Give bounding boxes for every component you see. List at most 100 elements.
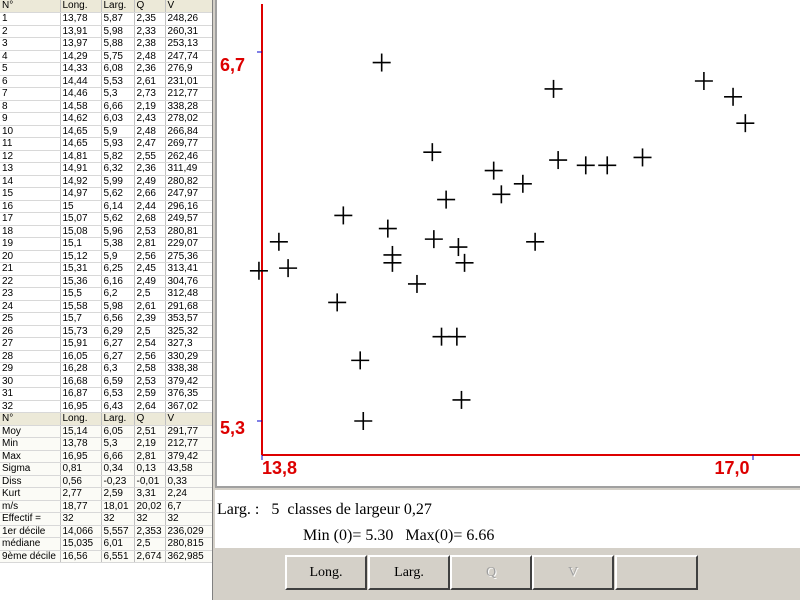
grid-cell[interactable]: 14,44 xyxy=(60,75,102,88)
grid-cell[interactable]: 16,68 xyxy=(60,375,102,388)
grid-cell[interactable]: 248,26 xyxy=(165,12,212,26)
grid-cell[interactable]: 22 xyxy=(0,275,61,288)
grid-cell[interactable]: 6,66 xyxy=(101,100,135,113)
grid-cell[interactable]: 291,77 xyxy=(165,425,212,438)
grid-cell[interactable]: 2,33 xyxy=(134,25,166,38)
grid-cell[interactable]: 5,9 xyxy=(101,125,135,138)
grid-cell[interactable]: V xyxy=(165,412,212,426)
grid-cell[interactable]: 2,24 xyxy=(165,487,212,501)
grid-cell[interactable]: 330,29 xyxy=(165,350,212,363)
grid-cell[interactable]: 2,45 xyxy=(134,262,166,276)
grid-cell[interactable]: 247,74 xyxy=(165,50,212,63)
grid-cell[interactable]: 13,78 xyxy=(60,12,102,26)
grid-cell[interactable]: 31 xyxy=(0,387,61,401)
grid-cell[interactable]: 6,3 xyxy=(101,362,135,376)
grid-cell[interactable]: 12 xyxy=(0,150,61,163)
grid-cell[interactable]: 2,5 xyxy=(134,325,166,338)
grid-cell[interactable]: Moy xyxy=(0,425,61,438)
grid-cell[interactable]: 280,815 xyxy=(165,537,212,551)
grid-cell[interactable]: 6,29 xyxy=(101,325,135,338)
grid-cell[interactable]: 20 xyxy=(0,250,61,263)
grid-cell[interactable]: 29 xyxy=(0,362,61,376)
grid-cell[interactable]: 6,08 xyxy=(101,62,135,76)
grid-cell[interactable]: 6,7 xyxy=(165,500,212,513)
grid-cell[interactable]: 1 xyxy=(0,12,61,26)
grid-cell[interactable]: 6,59 xyxy=(101,375,135,388)
grid-cell[interactable]: 338,38 xyxy=(165,362,212,376)
grid-cell[interactable]: 43,58 xyxy=(165,462,212,476)
grid-cell[interactable]: 18,01 xyxy=(101,500,135,513)
grid-cell[interactable]: 2,73 xyxy=(134,87,166,101)
grid-cell[interactable]: 1er décile xyxy=(0,525,61,538)
grid-cell[interactable]: 15,5 xyxy=(60,287,102,301)
grid-cell[interactable]: 9 xyxy=(0,112,61,126)
grid-cell[interactable]: 269,77 xyxy=(165,137,212,151)
grid-cell[interactable]: 14,65 xyxy=(60,137,102,151)
grid-cell[interactable]: 327,3 xyxy=(165,337,212,351)
grid-cell[interactable]: 362,985 xyxy=(165,550,212,563)
grid-cell[interactable]: 2 xyxy=(0,25,61,38)
grid-cell[interactable]: 19 xyxy=(0,237,61,251)
grid-cell[interactable]: 15,58 xyxy=(60,300,102,313)
grid-cell[interactable]: 7 xyxy=(0,87,61,101)
grid-cell[interactable]: 16,87 xyxy=(60,387,102,401)
grid-cell[interactable]: 16,28 xyxy=(60,362,102,376)
grid-cell[interactable]: 14 xyxy=(0,175,61,188)
grid-cell[interactable]: 14,62 xyxy=(60,112,102,126)
grid-cell[interactable]: 253,13 xyxy=(165,37,212,51)
grid-cell[interactable]: 6,32 xyxy=(101,162,135,176)
grid-cell[interactable]: Diss xyxy=(0,475,61,488)
grid-cell[interactable]: 5,82 xyxy=(101,150,135,163)
grid-cell[interactable]: 3,31 xyxy=(134,487,166,501)
grid-cell[interactable]: 20,02 xyxy=(134,500,166,513)
grid-cell[interactable]: 0,34 xyxy=(101,462,135,476)
grid-cell[interactable]: 15,7 xyxy=(60,312,102,326)
grid-cell[interactable]: 0,33 xyxy=(165,475,212,488)
grid-cell[interactable]: Q xyxy=(134,0,166,13)
grid-cell[interactable]: 6,56 xyxy=(101,312,135,326)
grid-cell[interactable]: 2,55 xyxy=(134,150,166,163)
grid-cell[interactable]: 6,25 xyxy=(101,262,135,276)
grid-cell[interactable]: 2,47 xyxy=(134,137,166,151)
grid-cell[interactable]: 2,38 xyxy=(134,37,166,51)
grid-cell[interactable]: Long. xyxy=(60,0,102,13)
grid-cell[interactable]: 249,57 xyxy=(165,212,212,226)
grid-cell[interactable]: 304,76 xyxy=(165,275,212,288)
grid-cell[interactable]: 2,68 xyxy=(134,212,166,226)
grid-cell[interactable]: 6 xyxy=(0,75,61,88)
blank-button[interactable] xyxy=(615,555,698,590)
grid-cell[interactable]: 338,28 xyxy=(165,100,212,113)
grid-cell[interactable]: 5,98 xyxy=(101,300,135,313)
grid-cell[interactable]: 312,48 xyxy=(165,287,212,301)
grid-cell[interactable]: 6,2 xyxy=(101,287,135,301)
grid-cell[interactable]: 9ème décile xyxy=(0,550,61,563)
grid-cell[interactable]: 5,88 xyxy=(101,37,135,51)
v-button[interactable]: V xyxy=(532,555,614,590)
grid-cell[interactable]: 15 xyxy=(0,187,61,201)
data-grid[interactable]: N° Long. Larg. Q V 1 13,78 5,87 2,35 248,26 2 13,91… xyxy=(0,0,213,600)
grid-cell[interactable]: 15,12 xyxy=(60,250,102,263)
grid-cell[interactable]: 5,3 xyxy=(101,437,135,451)
grid-cell[interactable]: 2,5 xyxy=(134,287,166,301)
grid-cell[interactable]: 14,81 xyxy=(60,150,102,163)
grid-cell[interactable]: 2,64 xyxy=(134,400,166,413)
grid-cell[interactable]: 280,81 xyxy=(165,225,212,238)
grid-cell[interactable]: 28 xyxy=(0,350,61,363)
grid-cell[interactable]: 14,29 xyxy=(60,50,102,63)
grid-cell[interactable]: 5,62 xyxy=(101,212,135,226)
grid-cell[interactable]: 14,92 xyxy=(60,175,102,188)
grid-cell[interactable]: 2,61 xyxy=(134,300,166,313)
grid-cell[interactable]: 2,48 xyxy=(134,125,166,138)
grid-cell[interactable]: 13,91 xyxy=(60,25,102,38)
grid-cell[interactable]: 8 xyxy=(0,100,61,113)
grid-cell[interactable]: 14,46 xyxy=(60,87,102,101)
grid-cell[interactable]: 6,27 xyxy=(101,350,135,363)
grid-cell[interactable]: 6,27 xyxy=(101,337,135,351)
grid-cell[interactable]: 2,66 xyxy=(134,187,166,201)
grid-cell[interactable]: 5,98 xyxy=(101,25,135,38)
grid-cell[interactable]: 10 xyxy=(0,125,61,138)
grid-cell[interactable]: 2,39 xyxy=(134,312,166,326)
grid-cell[interactable]: 2,61 xyxy=(134,75,166,88)
grid-cell[interactable]: 27 xyxy=(0,337,61,351)
grid-cell[interactable]: 15 xyxy=(60,200,102,213)
